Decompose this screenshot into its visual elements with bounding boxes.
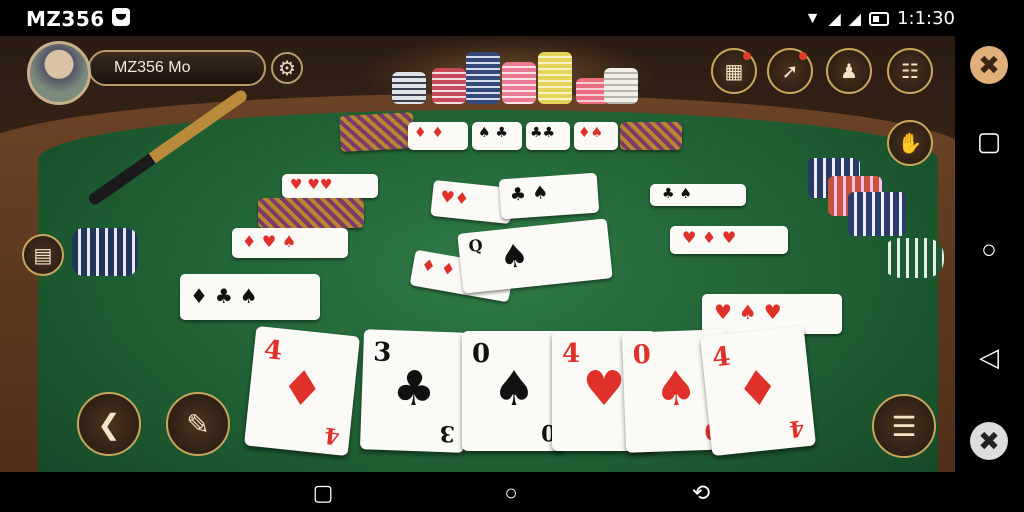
system-bottom-nav: ▢ ○ ⟲ (0, 472, 955, 512)
playing-card: ♦ ♥ ♠ (232, 228, 348, 258)
status-bar: MZ356 ▼ ◢ ◢ 1:1:30 (0, 0, 955, 36)
system-side-nav: ✖ ▢ ○ ◁ ✖ (955, 0, 1024, 512)
chip-stack (392, 72, 426, 104)
card-suit: ♣ (391, 360, 437, 418)
back-bottom-icon[interactable]: ⟲ (686, 478, 716, 508)
chip-stack (502, 62, 536, 104)
recents-bottom-icon[interactable]: ▢ (308, 478, 338, 508)
back-icon[interactable]: ❮ (77, 392, 141, 456)
playing-card: ♥ ♠ ♥ (702, 294, 842, 334)
wifi-icon: ▼ (804, 9, 821, 27)
back-nav-icon[interactable]: ◁ (970, 338, 1008, 376)
menu-icon[interactable]: ☰ (872, 394, 936, 458)
cue-icon[interactable]: ➚ (767, 48, 813, 94)
game-scene: ♦ ♦ ♠ ♣ ♣♣ ♦♠ ♥ ♥♥ ♦ ♥ ♠ ♦ ♣ ♠ ♥♦ ♣ ♠ ♦ … (0, 36, 955, 472)
battery-icon (869, 11, 890, 26)
playing-card (258, 198, 364, 228)
card-table-icon[interactable]: ▦ (711, 48, 757, 94)
chip-roll (72, 228, 138, 276)
card-suit: ♦ (733, 358, 783, 420)
home-bottom-icon[interactable]: ○ (496, 478, 526, 508)
signal-2-icon: ◢ (848, 10, 862, 28)
folder-icon[interactable]: ✎ (166, 392, 230, 456)
recents-icon[interactable]: ▢ (970, 122, 1008, 160)
chip-stack (432, 68, 466, 104)
card-rank-bottom: 3 (438, 419, 455, 447)
playing-card: ♥ ♦ ♥ (670, 226, 788, 254)
chip-stack (882, 238, 944, 278)
card-rank-bottom: 4 (787, 414, 806, 442)
signal-icon: ◢ (828, 10, 841, 28)
chip-stack (848, 192, 906, 236)
card-suit: ♦ (277, 358, 327, 420)
playing-card (339, 112, 415, 152)
map-icon[interactable]: ▤ (22, 234, 64, 276)
tools-2-icon[interactable]: ✖ (970, 422, 1008, 460)
building-icon[interactable]: ☷ (887, 48, 933, 94)
hand-card[interactable]: 0♠0 (462, 331, 566, 451)
status-title: MZ356 (26, 7, 105, 31)
home-icon[interactable]: ○ (970, 230, 1008, 268)
gear-icon[interactable]: ⚙ (271, 52, 303, 84)
hand-icon[interactable]: ✋ (887, 120, 933, 166)
hand-card[interactable]: 3 ♣ 3 (359, 329, 469, 453)
card-suit: ♠ (492, 361, 536, 417)
tools-icon[interactable]: ✖ (970, 46, 1008, 84)
playing-card: ♠ ♣ (472, 122, 522, 150)
playing-card: ♥ ♥♥ (282, 174, 378, 198)
playing-card: ♦ ♦ (408, 122, 468, 150)
chip-stack (538, 52, 572, 104)
chip-stack (466, 52, 500, 104)
card-rank-bottom: 4 (322, 421, 341, 450)
player-name-bar[interactable]: MZ356 Mo (88, 50, 266, 86)
playing-card: ♣ ♠ (498, 172, 600, 220)
player-icon[interactable]: ♟ (826, 48, 872, 94)
status-right: ▼ ◢ ◢ 1:1:30 (805, 8, 955, 29)
app-notification-icon (112, 8, 130, 26)
chip-stack (604, 68, 638, 104)
hand-card[interactable]: 4 ♦ 4 (700, 325, 816, 457)
playing-card: ♣ ♠ (650, 184, 746, 206)
playing-card (620, 122, 682, 150)
playing-card: ♦ ♣ ♠ (180, 274, 320, 320)
playing-card: ♣♣ (526, 122, 570, 150)
playing-card: ♦♠ (574, 122, 618, 150)
player-name: MZ356 Mo (114, 59, 191, 76)
player-avatar[interactable] (27, 41, 91, 105)
hand-card[interactable]: 4 ♦ 4 (244, 325, 360, 457)
status-time: 1:1:30 (897, 8, 955, 29)
